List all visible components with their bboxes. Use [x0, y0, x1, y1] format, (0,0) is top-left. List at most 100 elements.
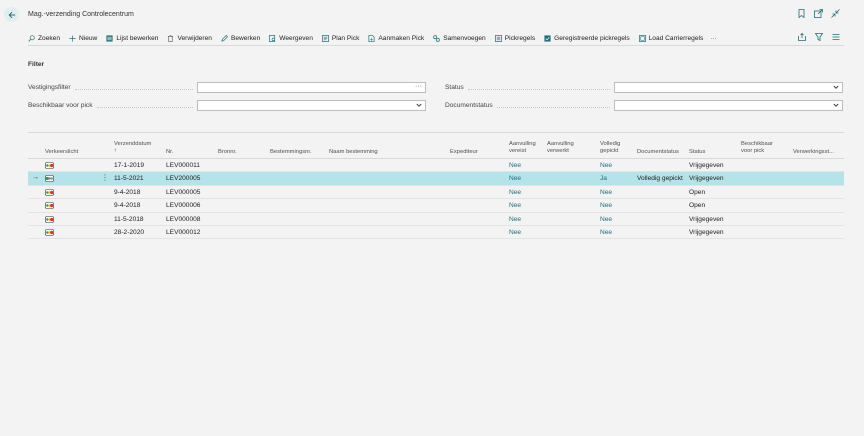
plus-icon	[69, 34, 76, 42]
new-label: Nieuw	[79, 34, 98, 42]
cell-volledig-gepickt[interactable]: Ja	[600, 175, 607, 182]
col-documentstatus[interactable]: Documentstatus	[637, 149, 679, 156]
chevron-down-icon	[416, 102, 422, 110]
col-aanvulling-vereist-line2: vereist	[509, 148, 527, 154]
col-verzenddatum[interactable]: Verzenddatum ↑	[114, 141, 151, 155]
search-icon	[28, 34, 35, 42]
table-row[interactable]: 11-5-2018 LEV000008 Nee Nee Vrijgegeven	[28, 213, 844, 226]
view-icon	[269, 34, 276, 42]
table-row[interactable]: 17-1-2019 LEV000011 Nee Nee Vrijgegeven	[28, 159, 844, 173]
status-row: Status	[445, 81, 843, 93]
col-status[interactable]: Status	[689, 149, 705, 156]
table-row[interactable]: 9-4-2018 LEV000005 Nee Nee Open	[28, 186, 844, 200]
col-volledig-gepickt-line2: gepickt	[600, 148, 619, 154]
page-title: Mag.-verzending Controlecentrum	[28, 11, 134, 18]
col-bronnr[interactable]: Bronnr.	[218, 149, 237, 156]
search-action-label: Zoeken	[38, 34, 60, 42]
col-nr[interactable]: Nr.	[166, 149, 173, 156]
lookup-ellipsis-icon[interactable]: ···	[415, 83, 422, 90]
back-button[interactable]	[4, 7, 19, 22]
cell-aanvulling-vereist[interactable]: Nee	[509, 162, 521, 169]
new-button[interactable]: Nieuw	[69, 35, 97, 42]
dotted-leader	[467, 84, 610, 90]
dotted-leader	[496, 102, 610, 108]
header-actions	[797, 9, 840, 18]
merge-button[interactable]: Samenvoegen	[433, 35, 486, 42]
documentstatus-select[interactable]	[614, 99, 843, 111]
collapse-icon[interactable]	[831, 9, 840, 18]
cell-volledig-gepickt[interactable]: Nee	[600, 229, 612, 236]
cell-aanvulling-vereist[interactable]: Nee	[509, 229, 521, 236]
edit-label: Bewerken	[230, 34, 261, 42]
col-aanvulling-vereist[interactable]: Aanvulling vereist	[509, 141, 536, 155]
col-verkeerslicht[interactable]: Verkeerslicht	[45, 149, 78, 156]
col-aanvulling-verwerkt-line1: Aanvulling	[547, 141, 574, 147]
bookmark-icon[interactable]	[797, 9, 806, 18]
col-verwerkingsstatus[interactable]: Verwerkingsst...	[793, 149, 834, 156]
view-button[interactable]: Weergeven	[269, 35, 313, 42]
edit-list-button[interactable]: Lijst bewerken	[106, 35, 158, 42]
cell-aanvulling-vereist[interactable]: Nee	[509, 189, 521, 196]
pick-lines-label: Pickregels	[504, 34, 536, 42]
cell-verzenddatum: 11-5-2018	[114, 215, 144, 223]
col-expediteur[interactable]: Expediteur	[450, 149, 478, 156]
merge-label: Samenvoegen	[443, 34, 486, 42]
cell-volledig-gepickt[interactable]: Nee	[600, 189, 612, 196]
beschikbaar-select[interactable]	[197, 99, 426, 111]
load-carrier-lines-button[interactable]: Load Carrierregels	[638, 34, 704, 42]
plan-pick-button[interactable]: Plan Pick	[321, 35, 359, 42]
cell-nr[interactable]: LEV200005	[166, 175, 200, 182]
merge-icon	[433, 34, 440, 42]
cell-status: Vrijgegeven	[689, 175, 724, 183]
delete-button[interactable]: Verwijderen	[167, 35, 212, 42]
table-row[interactable]: 28-2-2020 LEV000012 Nee Nee Vrijgegeven	[28, 226, 844, 240]
filter-icon[interactable]	[815, 33, 823, 41]
load-carrier-lines-label: Load Carrierregels	[648, 34, 704, 42]
col-bestemmingsnr[interactable]: Bestemmingsnr.	[270, 149, 312, 156]
cell-nr[interactable]: LEV000005	[166, 189, 200, 196]
edit-button[interactable]: Bewerken	[221, 34, 261, 42]
vestigingsfilter-input[interactable]: ···	[197, 81, 426, 93]
chevron-down-icon	[833, 102, 839, 110]
table-row[interactable]: 9-4-2018 LEV000006 Nee Nee Open	[28, 199, 844, 213]
cell-aanvulling-vereist[interactable]: Nee	[509, 175, 521, 182]
cell-nr[interactable]: LEV000012	[166, 229, 200, 236]
list-icon[interactable]	[832, 33, 840, 41]
arrow-left-icon	[8, 11, 15, 18]
cell-volledig-gepickt[interactable]: Nee	[600, 216, 612, 223]
view-label: Weergeven	[279, 34, 313, 42]
cell-volledig-gepickt[interactable]: Nee	[600, 202, 612, 209]
more-actions-button[interactable]: ···	[710, 35, 717, 42]
cell-verzenddatum: 9-4-2018	[114, 188, 141, 196]
col-naam-bestemming[interactable]: Naam bestemming	[329, 149, 378, 156]
create-pick-button[interactable]: Aanmaken Pick	[368, 35, 424, 42]
carrier-lines-icon	[638, 34, 646, 42]
table-row-selected[interactable]: → ⋮ 11-5-2021 LEV200005 Nee Ja Volledig …	[28, 172, 844, 186]
cell-aanvulling-vereist[interactable]: Nee	[509, 216, 521, 223]
cell-documentstatus: Volledig gepickt	[637, 175, 683, 183]
cell-nr[interactable]: LEV000008	[166, 216, 200, 223]
row-actions-menu-icon[interactable]: ⋮	[101, 173, 109, 182]
list-tools	[798, 33, 840, 41]
col-aanvulling-verwerkt[interactable]: Aanvulling verwerkt	[547, 141, 574, 155]
cell-nr[interactable]: LEV000011	[166, 162, 200, 169]
share-icon[interactable]	[798, 33, 806, 41]
pick-lines-button[interactable]: Pickregels	[494, 34, 536, 42]
open-in-new-window-icon[interactable]	[814, 9, 823, 18]
registered-pick-lines-button[interactable]: Geregistreerde pickregels	[544, 35, 630, 42]
search-action-button[interactable]: Zoeken	[28, 35, 60, 42]
registered-lines-icon	[544, 34, 551, 42]
registered-pick-lines-label: Geregistreerde pickregels	[554, 34, 630, 42]
cell-nr[interactable]: LEV000006	[166, 202, 200, 209]
col-beschikbaar-voor-pick[interactable]: Beschikbaar voor pick	[741, 141, 773, 155]
traffic-light-icon	[45, 175, 54, 183]
status-select[interactable]	[614, 81, 843, 93]
col-volledig-gepickt[interactable]: Volledig gepickt	[600, 141, 620, 155]
vestigingsfilter-label: Vestigingsfilter	[28, 83, 71, 91]
col-beschikbaar-line1: Beschikbaar	[741, 141, 773, 147]
row-indicator-arrow-icon: →	[32, 174, 39, 182]
cell-volledig-gepickt[interactable]: Nee	[600, 162, 612, 169]
cell-aanvulling-vereist[interactable]: Nee	[509, 202, 521, 209]
vestigingsfilter-row: Vestigingsfilter ···	[28, 81, 426, 93]
cell-verzenddatum: 17-1-2019	[114, 162, 145, 169]
